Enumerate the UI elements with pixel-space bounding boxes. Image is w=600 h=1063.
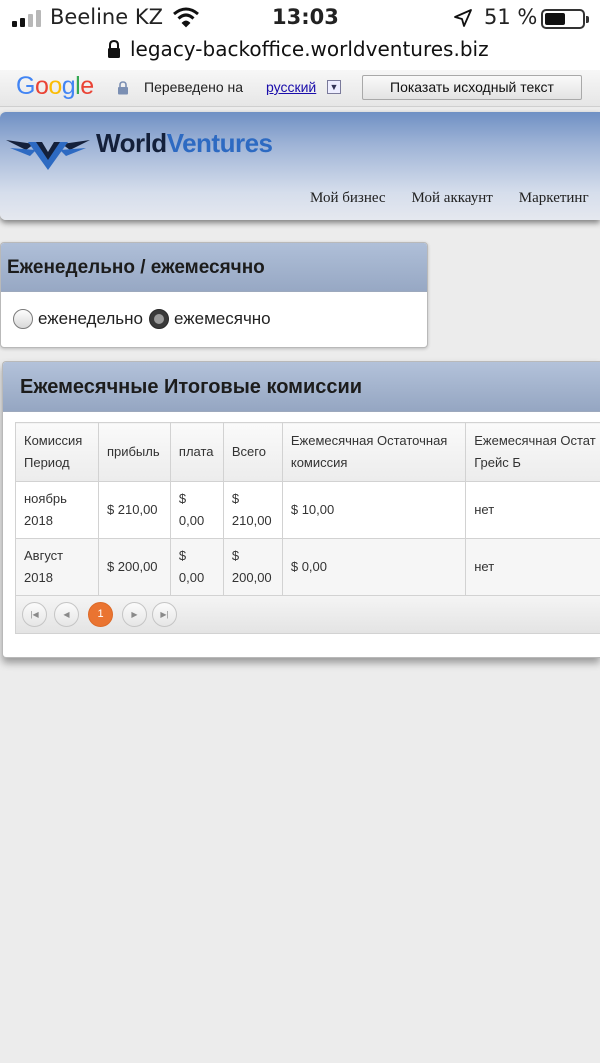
cell-residual: $ 10,00 [281, 481, 467, 539]
lock-icon [118, 81, 128, 95]
nav-item-my-business[interactable]: Мой бизнес [310, 190, 386, 207]
column-header-grace[interactable]: Ежемесячная Остат Грейс Б [465, 422, 600, 482]
brand-part1: World [96, 128, 167, 158]
brand-part2: Ventures [166, 128, 273, 158]
monthly-radio-label[interactable]: ежемесячно [174, 309, 271, 329]
table-row: Август 2018 $ 200,00 $ 0,00 $ 200,00 $ 0… [15, 538, 600, 596]
first-page-icon[interactable]: |◀ [22, 602, 47, 627]
cell-total: $ 210,00 [222, 481, 283, 539]
period-panel: Еженедельно / ежемесячно еженедельно еже… [0, 242, 428, 348]
show-original-button[interactable]: Показать исходный текст [362, 75, 582, 100]
weekly-radio[interactable] [13, 309, 33, 329]
period-panel-title: Еженедельно / ежемесячно [1, 243, 427, 292]
site-header: WorldVentures Мой бизнес Мой аккаунт Мар… [0, 112, 600, 220]
cell-total: $ 200,00 [222, 538, 283, 596]
column-header-period[interactable]: Комиссия Период [15, 422, 99, 482]
cell-fee: $ 0,00 [169, 481, 224, 539]
clock: 13:03 [272, 5, 339, 29]
worldventures-wings-logo-icon[interactable] [6, 126, 90, 174]
cell-profit: $ 210,00 [97, 481, 171, 539]
carrier-name: Beeline KZ [50, 5, 163, 29]
commissions-table: Комиссия Период прибыль плата Всего Ежем… [15, 422, 600, 596]
brand-name[interactable]: WorldVentures [96, 128, 273, 159]
period-radio-group: еженедельно ежемесячно [13, 309, 277, 329]
signal-strength-icon [12, 10, 41, 27]
next-page-icon[interactable]: ▶ [122, 602, 147, 627]
url-text: legacy-backoffice.worldventures.biz [130, 37, 489, 61]
cell-profit: $ 200,00 [97, 538, 171, 596]
nav-item-my-account[interactable]: Мой аккаунт [412, 190, 493, 207]
battery-percent: 51 % [484, 5, 538, 29]
column-header-profit[interactable]: прибыль [97, 422, 171, 482]
location-arrow-icon [454, 9, 472, 27]
prev-page-icon[interactable]: ◀ [54, 602, 79, 627]
weekly-radio-label[interactable]: еженедельно [38, 309, 143, 329]
cell-grace: нет [465, 481, 600, 539]
address-bar[interactable]: legacy-backoffice.worldventures.biz [0, 36, 600, 70]
table-header-row: Комиссия Период прибыль плата Всего Ежем… [15, 422, 600, 482]
google-logo: Google [16, 72, 94, 100]
cell-fee: $ 0,00 [169, 538, 224, 596]
lock-icon [108, 39, 120, 58]
pager: |◀ ◀ 1 ▶ ▶| [15, 596, 600, 634]
cell-period: Август 2018 [15, 538, 99, 596]
nav-item-marketing[interactable]: Маркетинг [519, 190, 589, 207]
cell-residual: $ 0,00 [281, 538, 467, 596]
wifi-icon [173, 7, 199, 28]
page-button-current[interactable]: 1 [88, 602, 113, 627]
cell-grace: нет [465, 538, 600, 596]
main-nav: Мой бизнес Мой аккаунт Маркетинг [310, 190, 589, 207]
cell-period: ноябрь 2018 [15, 481, 99, 539]
commissions-panel: Ежемесячные Итоговые комиссии Комиссия П… [2, 361, 600, 658]
status-bar: Beeline KZ 13:03 51 % [0, 0, 600, 36]
column-header-residual[interactable]: Ежемесячная Остаточная комиссия [281, 422, 467, 482]
table-row: ноябрь 2018 $ 210,00 $ 0,00 $ 210,00 $ 1… [15, 481, 600, 539]
last-page-icon[interactable]: ▶| [152, 602, 177, 627]
language-select-link[interactable]: русский [266, 79, 316, 95]
commissions-panel-title: Ежемесячные Итоговые комиссии [3, 362, 600, 412]
battery-icon [541, 9, 589, 29]
column-header-fee[interactable]: плата [169, 422, 224, 482]
google-translate-bar: Google Переведено на русский ▼ Показать … [0, 70, 600, 107]
monthly-radio[interactable] [149, 309, 169, 329]
language-dropdown-arrow-icon[interactable]: ▼ [327, 80, 341, 94]
translated-to-label: Переведено на [144, 79, 244, 95]
column-header-total[interactable]: Всего [222, 422, 283, 482]
